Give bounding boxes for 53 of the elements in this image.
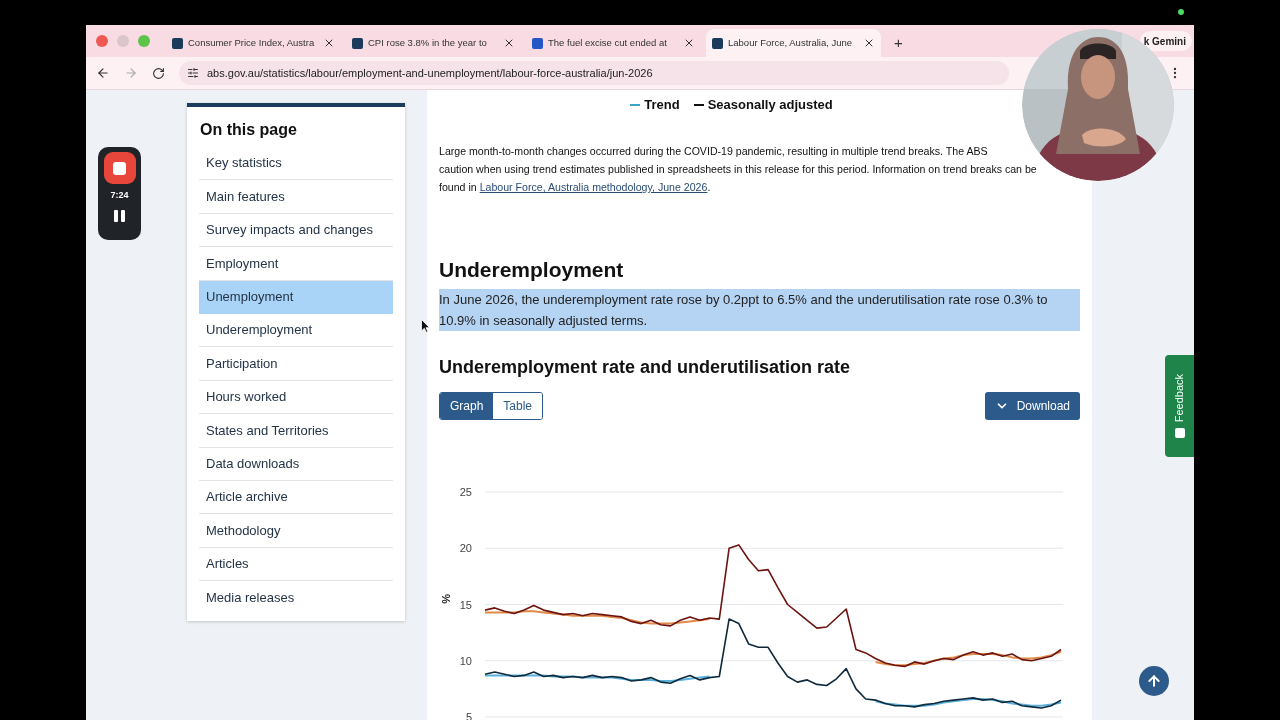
axis-tick-label: 20 (459, 542, 472, 555)
back-icon[interactable] (96, 66, 110, 80)
page-nav-link[interactable]: Media releases (199, 581, 393, 615)
ask-gemini-button[interactable]: k Gemini (1139, 31, 1192, 51)
close-icon[interactable] (503, 37, 515, 49)
section-heading: Underemployment (439, 257, 625, 283)
summary-paragraph: In June 2026, the underemployment rate rose by 0.2ppt to 6.5% and the underutilisation rate rose 0.3% to 10.9% in seasonally adjusted terms. (439, 289, 1080, 331)
browser-tab[interactable]: Labour Force, Australia, June (706, 29, 881, 57)
legend-label: Seasonally adjusted (707, 96, 833, 115)
tab-title: The fuel excise cut ended at (548, 35, 668, 50)
legend-label: Trend (644, 96, 680, 115)
page-nav-link[interactable]: Hours worked (199, 380, 393, 415)
tab-title: Labour Force, Australia, June (728, 35, 854, 50)
download-button[interactable]: Download (984, 392, 1080, 420)
address-field[interactable]: abs.gov.au/statistics/labour/employment-and-unemployment/labour-force-australia/jun-2026 (179, 61, 1009, 85)
page-nav-link[interactable]: Main features (199, 180, 393, 214)
browser-tab[interactable]: Consumer Price Index, Austra (166, 29, 341, 57)
page-nav-link[interactable]: Methodology (199, 514, 393, 548)
page-nav-link[interactable]: Underemployment (199, 313, 393, 348)
tab-title: Consumer Price Index, Austra (188, 35, 316, 50)
browser-tab[interactable]: The fuel excise cut ended at (526, 29, 701, 57)
close-icon[interactable] (863, 37, 875, 49)
page-nav-link[interactable]: States and Territories (199, 414, 393, 448)
page-nav-link[interactable]: Participation (199, 347, 393, 381)
page-nav-link[interactable]: Survey impacts and changes (199, 213, 393, 248)
scroll-to-top-button[interactable] (1139, 666, 1169, 696)
close-icon[interactable] (323, 37, 335, 49)
page-nav-link[interactable]: Key statistics (199, 147, 393, 181)
axis-label: % (440, 594, 452, 604)
axis-tick-label: 15 (459, 598, 472, 611)
page-nav-link[interactable]: Article archive (199, 480, 393, 515)
site-settings-icon[interactable] (187, 67, 199, 79)
pause-icon[interactable] (114, 209, 125, 222)
page-nav-link[interactable]: Data downloads (199, 447, 393, 481)
page-nav-link[interactable]: Unemployment (199, 280, 393, 314)
tab-title: CPI rose 3.8% in the year to (368, 35, 488, 50)
feedback-tab[interactable]: Feedback (1165, 355, 1194, 457)
camera-indicator-icon (1178, 9, 1184, 15)
axis-tick-label: 25 (459, 486, 472, 498)
card-title: On this page (199, 120, 298, 140)
reload-icon[interactable] (152, 66, 165, 80)
view-tab[interactable]: Graph (440, 393, 494, 419)
page-nav-link[interactable]: Articles (199, 547, 393, 582)
chart-heading: Underemployment rate and underutilisation rate (439, 356, 852, 379)
recording-time: 7:24 (110, 189, 129, 202)
url-text: abs.gov.au/statistics/labour/employment-and-unemployment/labour-force-australia/jun-2026 (207, 65, 653, 81)
stop-button[interactable] (103, 152, 136, 184)
close-window-icon[interactable] (96, 35, 108, 47)
browser-tab[interactable]: CPI rose 3.8% in the year to (346, 29, 521, 57)
new-tab-button[interactable]: + (886, 29, 911, 57)
axis-tick-label: 10 (459, 654, 472, 667)
page-nav-link[interactable]: Employment (199, 247, 393, 281)
close-icon[interactable] (683, 37, 695, 49)
